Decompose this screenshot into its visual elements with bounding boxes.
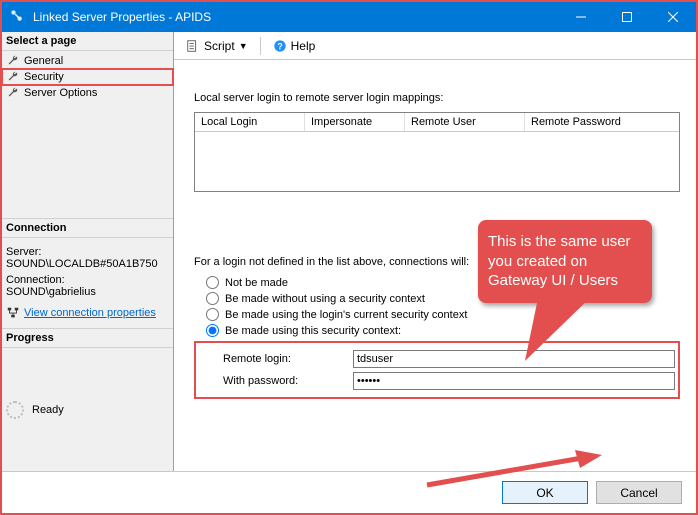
progress-panel: Ready <box>2 348 173 471</box>
toolbar-separator <box>260 37 261 55</box>
connection-label: Connection: <box>6 274 169 286</box>
nav-label: Server Options <box>24 87 97 99</box>
wrench-icon <box>6 86 20 100</box>
help-button[interactable]: ? Help <box>269 37 320 55</box>
nav-item-server-options[interactable]: Server Options <box>2 85 173 101</box>
login-mapping-grid[interactable]: Local Login Impersonate Remote User Remo… <box>194 112 680 192</box>
connection-panel: Server: SOUND\LOCALDB#50A1B750 Connectio… <box>2 238 173 328</box>
col-local-login[interactable]: Local Login <box>195 113 305 131</box>
dropdown-icon: ▼ <box>239 41 248 51</box>
minimize-button[interactable] <box>558 2 604 32</box>
opt-current-security-context[interactable]: Be made using the login's current securi… <box>206 308 680 321</box>
nav-label: General <box>24 55 63 67</box>
radio-current-context[interactable] <box>206 308 219 321</box>
annotation-callout: This is the same user you created on Gat… <box>478 220 652 303</box>
help-icon: ? <box>273 39 287 53</box>
view-connection-properties-link[interactable]: View connection properties <box>6 306 169 320</box>
maximize-button[interactable] <box>604 2 650 32</box>
left-pane: Select a page General Security Server Op… <box>2 32 174 471</box>
callout-text: This is the same user you created on Gat… <box>488 233 631 289</box>
toolbar: Script ▼ ? Help <box>174 32 696 60</box>
network-icon <box>6 306 20 320</box>
dialog-footer: OK Cancel <box>2 471 696 513</box>
opt-this-security-context[interactable]: Be made using this security context: <box>206 324 680 337</box>
progress-header: Progress <box>2 328 173 348</box>
server-value: SOUND\LOCALDB#50A1B750 <box>6 258 169 270</box>
titlebar: Linked Server Properties - APIDS <box>2 2 696 32</box>
grid-header: Local Login Impersonate Remote User Remo… <box>195 113 679 132</box>
help-label: Help <box>291 39 316 53</box>
page-nav: General Security Server Options <box>2 51 173 107</box>
with-password-row: With password: <box>223 372 675 390</box>
col-remote-user[interactable]: Remote User <box>405 113 525 131</box>
wrench-icon <box>6 54 20 68</box>
script-label: Script <box>204 39 235 53</box>
credentials-highlight: Remote login: With password: <box>194 341 680 399</box>
close-button[interactable] <box>650 2 696 32</box>
col-impersonate[interactable]: Impersonate <box>305 113 405 131</box>
wrench-icon <box>6 70 20 84</box>
mappings-caption: Local server login to remote server logi… <box>194 92 680 104</box>
window-title: Linked Server Properties - APIDS <box>33 10 558 24</box>
progress-status: Ready <box>32 404 64 416</box>
connection-header: Connection <box>2 218 173 238</box>
remote-login-label: Remote login: <box>223 353 353 365</box>
app-icon <box>10 9 26 25</box>
remote-login-input[interactable] <box>353 350 675 368</box>
nav-item-general[interactable]: General <box>2 53 173 69</box>
with-password-input[interactable] <box>353 372 675 390</box>
col-remote-password[interactable]: Remote Password <box>525 113 679 131</box>
radio-no-security-context[interactable] <box>206 292 219 305</box>
progress-spinner-icon <box>6 401 24 419</box>
dialog-window: Linked Server Properties - APIDS Select … <box>0 0 698 515</box>
cancel-button[interactable]: Cancel <box>596 481 682 504</box>
script-button[interactable]: Script ▼ <box>182 37 252 55</box>
script-icon <box>186 39 200 53</box>
nav-label: Security <box>24 71 64 83</box>
server-label: Server: <box>6 246 169 258</box>
connection-value: SOUND\gabrielius <box>6 286 169 298</box>
svg-text:?: ? <box>277 41 282 51</box>
ok-button[interactable]: OK <box>502 481 588 504</box>
radio-this-context[interactable] <box>206 324 219 337</box>
select-page-header: Select a page <box>2 32 173 51</box>
radio-not-be-made[interactable] <box>206 276 219 289</box>
nav-item-security[interactable]: Security <box>2 69 173 85</box>
remote-login-row: Remote login: <box>223 350 675 368</box>
with-password-label: With password: <box>223 375 353 387</box>
vcp-text: View connection properties <box>24 307 156 319</box>
